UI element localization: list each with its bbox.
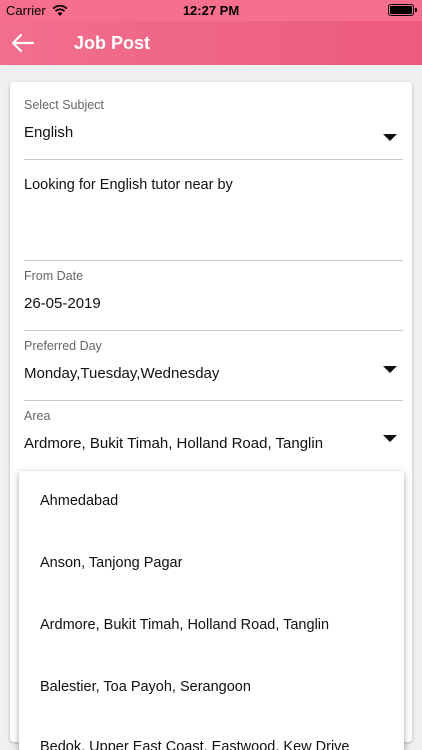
app-bar: Job Post bbox=[0, 21, 422, 65]
arrow-left-icon[interactable] bbox=[10, 31, 36, 55]
preferred-day-value: Monday,Tuesday,Wednesday bbox=[24, 365, 220, 382]
list-item[interactable]: Bedok, Upper East Coast, Eastwood, Kew D… bbox=[40, 739, 349, 750]
status-bar: Carrier 12:27 PM bbox=[0, 0, 422, 21]
from-date-label: From Date bbox=[24, 269, 84, 283]
list-item[interactable]: Ahmedabad bbox=[40, 493, 118, 509]
list-item[interactable]: Balestier, Toa Payoh, Serangoon bbox=[40, 679, 251, 695]
subject-label: Select Subject bbox=[24, 98, 104, 112]
subject-value: English bbox=[24, 124, 74, 141]
from-date-field[interactable]: From Date 26-05-2019 bbox=[24, 261, 403, 331]
area-label: Area bbox=[24, 409, 51, 423]
area-value: Ardmore, Bukit Timah, Holland Road, Tang… bbox=[24, 435, 324, 452]
page-title: Job Post bbox=[74, 33, 151, 53]
preferred-day-label: Preferred Day bbox=[24, 339, 102, 353]
chevron-down-icon bbox=[383, 435, 397, 442]
battery-icon bbox=[388, 4, 417, 16]
subject-select[interactable]: Select Subject English bbox=[24, 90, 403, 160]
area-select[interactable]: Area Ardmore, Bukit Timah, Holland Road,… bbox=[24, 401, 403, 471]
area-dropdown-list[interactable]: Ahmedabad Anson, Tanjong Pagar Ardmore, … bbox=[19, 471, 404, 750]
list-item[interactable]: Ardmore, Bukit Timah, Holland Road, Tang… bbox=[40, 617, 329, 633]
from-date-value: 26-05-2019 bbox=[24, 295, 101, 312]
list-item[interactable]: Anson, Tanjong Pagar bbox=[40, 555, 182, 571]
preferred-day-select[interactable]: Preferred Day Monday,Tuesday,Wednesday bbox=[24, 331, 403, 401]
chevron-down-icon bbox=[383, 366, 397, 373]
description-input[interactable]: Looking for English tutor near by bbox=[24, 160, 403, 261]
description-value: Looking for English tutor near by bbox=[24, 177, 233, 193]
chevron-down-icon bbox=[383, 134, 397, 141]
status-time: 12:27 PM bbox=[182, 3, 240, 18]
